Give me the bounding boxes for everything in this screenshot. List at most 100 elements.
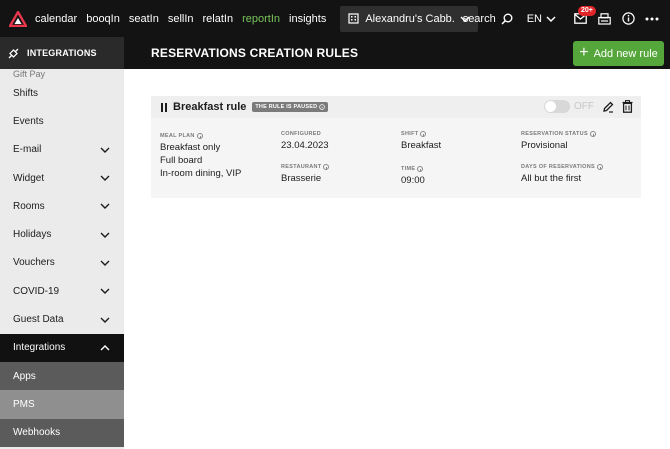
sidebar-item-label: PMS <box>13 398 35 410</box>
language-selector[interactable]: EN <box>527 13 556 25</box>
reservation-status-value: Provisional <box>521 140 568 151</box>
days-of-reservations-label: DAYS OF RESERVATIONS <box>521 164 595 170</box>
sidebar-item-label: Events <box>13 115 44 127</box>
info-icon <box>589 131 596 137</box>
configured-label: CONFIGURED <box>281 131 321 137</box>
sidebar-item-label: Vouchers <box>13 257 55 269</box>
info-icon <box>596 164 603 170</box>
meal-plan-field: MEAL PLAN Breakfast only Full board In-r… <box>160 133 241 180</box>
sidebar-subitem-webhooks[interactable]: Webhooks <box>0 418 124 447</box>
edit-icon[interactable] <box>602 101 614 113</box>
info-icon <box>417 166 424 172</box>
chevron-down-icon <box>100 175 110 182</box>
days-of-reservations-value: All but the first <box>521 173 582 184</box>
meal-plan-value: Breakfast only <box>160 142 221 153</box>
rule-card: Breakfast rule THE RULE IS PAUSED OFF ME… <box>151 96 641 198</box>
meal-plan-value: Full board <box>160 155 203 166</box>
days-of-reservations-field: DAYS OF RESERVATIONS All but the first <box>521 164 603 185</box>
nav-sellin[interactable]: sellIn <box>168 13 194 25</box>
search-label: search <box>462 12 496 25</box>
sidebar-item-guest-data[interactable]: Guest Data <box>0 305 124 333</box>
venue-name: Alexandru's Cabb... <box>365 12 455 25</box>
sidebar-item-covid-19[interactable]: COVID-19 <box>0 277 124 305</box>
sidebar-item-label: Gift Pay <box>13 69 46 79</box>
rule-paused-badge: THE RULE IS PAUSED <box>252 102 329 112</box>
chevron-down-icon <box>100 317 110 323</box>
logo-icon <box>9 10 27 27</box>
search-button[interactable]: search <box>463 13 513 25</box>
chevron-down-icon <box>100 147 110 153</box>
configured-value: 23.04.2023 <box>281 140 329 151</box>
sidebar-item-rooms[interactable]: Rooms <box>0 192 124 220</box>
rule-name: Breakfast rule <box>173 101 247 113</box>
search-icon <box>501 13 513 25</box>
shift-label: SHIFT <box>401 131 419 137</box>
nav-calendar[interactable]: calendar <box>35 13 77 25</box>
sidebar-item-label: Rooms <box>13 200 45 212</box>
sidebar-item-label: Guest Data <box>13 314 64 326</box>
sidebar-subitem-pms[interactable]: PMS <box>0 390 124 419</box>
toggle-knob <box>545 101 556 112</box>
sidebar-header-title: INTEGRATIONS <box>27 48 97 58</box>
sidebar-item-gift-pay[interactable]: Gift Pay <box>0 69 124 79</box>
plus-icon: + <box>579 43 589 61</box>
app-logo[interactable] <box>0 0 36 37</box>
time-label: TIME <box>401 166 416 172</box>
add-new-rule-label: Add new rule <box>593 47 658 60</box>
notifications-button[interactable]: 20+ <box>568 5 596 31</box>
more-dots-icon <box>645 17 659 20</box>
meal-plan-label: MEAL PLAN <box>160 133 195 139</box>
sidebar-item-shifts[interactable]: Shifts <box>0 79 124 107</box>
sidebar-header: INTEGRATIONS <box>0 37 124 69</box>
info-icon <box>621 12 635 25</box>
sidebar-item-widget[interactable]: Widget <box>0 164 124 192</box>
rule-toggle[interactable]: OFF <box>544 100 594 113</box>
chevron-down-icon <box>100 232 110 238</box>
sidebar-subitem-apps[interactable]: Apps <box>0 361 124 391</box>
nav-insights[interactable]: insights <box>289 13 326 25</box>
chevron-down-icon <box>100 203 110 210</box>
add-new-rule-button[interactable]: + Add new rule <box>573 41 664 66</box>
sidebar-item-integrations[interactable]: Integrations <box>0 333 124 362</box>
info-icon <box>319 104 326 110</box>
print-button[interactable] <box>592 7 616 31</box>
top-navigation-bar: calendar booqIn seatIn sellIn relatIn re… <box>0 0 670 37</box>
rule-card-header: Breakfast rule THE RULE IS PAUSED OFF <box>151 96 641 118</box>
sidebar-item-email[interactable]: E-mail <box>0 136 124 164</box>
sidebar-item-vouchers[interactable]: Vouchers <box>0 249 124 277</box>
chevron-down-icon <box>100 288 110 295</box>
sidebar-item-label: COVID-19 <box>13 285 60 297</box>
sidebar-item-events[interactable]: Events <box>0 107 124 135</box>
sidebar-item-label: Widget <box>13 172 45 184</box>
sidebar-item-holidays[interactable]: Holidays <box>0 220 124 248</box>
sidebar-item-label: E-mail <box>13 144 42 156</box>
info-icon <box>420 131 427 137</box>
toggle-switch[interactable] <box>544 100 570 113</box>
info-button[interactable] <box>616 7 640 31</box>
sidebar-item-label: Integrations <box>13 342 66 354</box>
nav-booqin[interactable]: booqIn <box>86 13 120 25</box>
restaurant-label: RESTAURANT <box>281 164 322 170</box>
page-title: RESERVATIONS CREATION RULES <box>151 46 359 60</box>
sidebar-item-label: Webhooks <box>13 427 61 439</box>
sidebar: Gift Pay Shifts Events E-mail Widget Roo… <box>0 69 124 449</box>
venue-selector[interactable]: Alexandru's Cabb... <box>340 5 479 32</box>
shift-value: Breakfast <box>401 140 442 151</box>
restaurant-value: Brasserie <box>281 173 322 184</box>
plug-icon <box>8 48 19 58</box>
chevron-down-icon <box>546 15 556 22</box>
more-menu-button[interactable] <box>640 7 664 31</box>
chevron-up-icon <box>100 344 110 351</box>
main-content: Breakfast rule THE RULE IS PAUSED OFF ME… <box>124 69 670 449</box>
sidebar-item-label: Holidays <box>13 229 52 241</box>
nav-relatin[interactable]: relatIn <box>203 13 234 25</box>
topbar-tools: search EN 20+ <box>463 0 670 37</box>
time-value: 09:00 <box>401 175 425 186</box>
trash-icon[interactable] <box>622 100 633 113</box>
info-icon <box>323 164 330 170</box>
nav-seatin[interactable]: seatIn <box>129 13 159 25</box>
building-icon <box>348 13 359 24</box>
page-header: RESERVATIONS CREATION RULES + Add new ru… <box>124 37 670 69</box>
nav-reportin[interactable]: reportIn <box>242 13 280 25</box>
info-icon <box>196 133 203 139</box>
